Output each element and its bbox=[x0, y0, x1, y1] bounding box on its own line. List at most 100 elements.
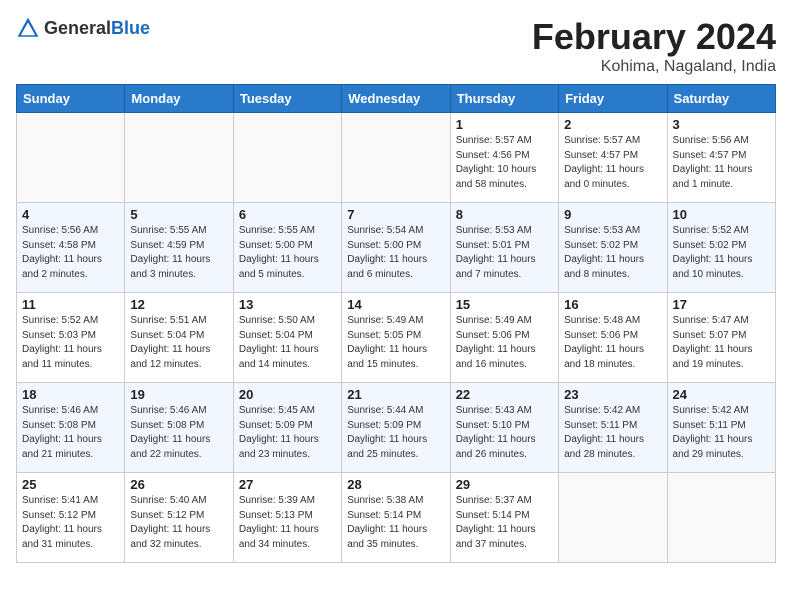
day-number: 8 bbox=[456, 207, 553, 222]
page-header: GeneralBlue February 2024 Kohima, Nagala… bbox=[16, 16, 776, 76]
day-info: Sunrise: 5:37 AM Sunset: 5:14 PM Dayligh… bbox=[456, 494, 553, 552]
calendar-day-cell: 28 Sunrise: 5:38 AM Sunset: 5:14 PM Dayli… bbox=[342, 473, 450, 563]
day-info: Sunrise: 5:56 AM Sunset: 4:58 PM Dayligh… bbox=[22, 224, 119, 282]
calendar-day-cell: 10Sunrise: 5:52 AM Sunset: 5:02 PM Dayli… bbox=[667, 203, 775, 293]
calendar-day-cell bbox=[559, 473, 667, 563]
day-number: 28 bbox=[347, 477, 444, 492]
day-number: 12 bbox=[130, 297, 227, 312]
day-number: 18 bbox=[22, 387, 119, 402]
calendar-week-row: 25 Sunrise: 5:41 AM Sunset: 5:12 PM Dayli… bbox=[17, 473, 776, 563]
day-number: 24 bbox=[673, 387, 770, 402]
day-info: Sunrise: 5:44 AM Sunset: 5:09 PM Dayligh… bbox=[347, 404, 444, 462]
day-number: 2 bbox=[564, 117, 661, 132]
calendar-week-row: 11 Sunrise: 5:52 AM Sunset: 5:03 PM Dayli… bbox=[17, 293, 776, 383]
day-info: Sunrise: 5:53 AM Sunset: 5:02 PM Dayligh… bbox=[564, 224, 661, 282]
day-number: 9 bbox=[564, 207, 661, 222]
day-number: 13 bbox=[239, 297, 336, 312]
day-number: 29 bbox=[456, 477, 553, 492]
day-info: Sunrise: 5:52 AM Sunset: 5:03 PM Dayligh… bbox=[22, 314, 119, 372]
calendar-day-cell: 9 Sunrise: 5:53 AM Sunset: 5:02 PM Daylig… bbox=[559, 203, 667, 293]
calendar-week-row: 1 Sunrise: 5:57 AM Sunset: 4:56 PM Daylig… bbox=[17, 113, 776, 203]
day-info: Sunrise: 5:55 AM Sunset: 5:00 PM Dayligh… bbox=[239, 224, 336, 282]
weekday-header-friday: Friday bbox=[559, 85, 667, 113]
day-number: 19 bbox=[130, 387, 227, 402]
calendar-week-row: 4 Sunrise: 5:56 AM Sunset: 4:58 PM Daylig… bbox=[17, 203, 776, 293]
calendar-day-cell: 20Sunrise: 5:45 AM Sunset: 5:09 PM Dayli… bbox=[233, 383, 341, 473]
day-info: Sunrise: 5:42 AM Sunset: 5:11 PM Dayligh… bbox=[564, 404, 661, 462]
calendar-day-cell bbox=[233, 113, 341, 203]
calendar-day-cell: 17Sunrise: 5:47 AM Sunset: 5:07 PM Dayli… bbox=[667, 293, 775, 383]
calendar-day-cell: 1 Sunrise: 5:57 AM Sunset: 4:56 PM Daylig… bbox=[450, 113, 558, 203]
calendar-day-cell bbox=[342, 113, 450, 203]
logo-general-text: General bbox=[44, 18, 111, 38]
day-info: Sunrise: 5:49 AM Sunset: 5:06 PM Dayligh… bbox=[456, 314, 553, 372]
day-number: 23 bbox=[564, 387, 661, 402]
calendar-header-row: SundayMondayTuesdayWednesdayThursdayFrid… bbox=[17, 85, 776, 113]
calendar-day-cell: 21 Sunrise: 5:44 AM Sunset: 5:09 PM Dayli… bbox=[342, 383, 450, 473]
calendar-day-cell: 7 Sunrise: 5:54 AM Sunset: 5:00 PM Daylig… bbox=[342, 203, 450, 293]
calendar-day-cell: 16 Sunrise: 5:48 AM Sunset: 5:06 PM Dayli… bbox=[559, 293, 667, 383]
day-number: 27 bbox=[239, 477, 336, 492]
day-number: 15 bbox=[456, 297, 553, 312]
day-info: Sunrise: 5:53 AM Sunset: 5:01 PM Dayligh… bbox=[456, 224, 553, 282]
day-number: 1 bbox=[456, 117, 553, 132]
day-number: 16 bbox=[564, 297, 661, 312]
day-info: Sunrise: 5:40 AM Sunset: 5:12 PM Dayligh… bbox=[130, 494, 227, 552]
calendar-day-cell bbox=[125, 113, 233, 203]
day-number: 21 bbox=[347, 387, 444, 402]
calendar-day-cell: 24 Sunrise: 5:42 AM Sunset: 5:11 PM Dayli… bbox=[667, 383, 775, 473]
calendar-day-cell: 5 Sunrise: 5:55 AM Sunset: 4:59 PM Daylig… bbox=[125, 203, 233, 293]
calendar-day-cell: 19 Sunrise: 5:46 AM Sunset: 5:08 PM Dayli… bbox=[125, 383, 233, 473]
day-number: 3 bbox=[673, 117, 770, 132]
calendar-day-cell: 14Sunrise: 5:49 AM Sunset: 5:05 PM Dayli… bbox=[342, 293, 450, 383]
weekday-header-sunday: Sunday bbox=[17, 85, 125, 113]
day-info: Sunrise: 5:50 AM Sunset: 5:04 PM Dayligh… bbox=[239, 314, 336, 372]
calendar-day-cell: 15 Sunrise: 5:49 AM Sunset: 5:06 PM Dayli… bbox=[450, 293, 558, 383]
day-info: Sunrise: 5:56 AM Sunset: 4:57 PM Dayligh… bbox=[673, 134, 770, 192]
calendar-day-cell: 22Sunrise: 5:43 AM Sunset: 5:10 PM Dayli… bbox=[450, 383, 558, 473]
day-info: Sunrise: 5:57 AM Sunset: 4:56 PM Dayligh… bbox=[456, 134, 553, 192]
day-info: Sunrise: 5:49 AM Sunset: 5:05 PM Dayligh… bbox=[347, 314, 444, 372]
calendar-day-cell: 6Sunrise: 5:55 AM Sunset: 5:00 PM Daylig… bbox=[233, 203, 341, 293]
day-number: 11 bbox=[22, 297, 119, 312]
calendar-day-cell: 29 Sunrise: 5:37 AM Sunset: 5:14 PM Dayli… bbox=[450, 473, 558, 563]
calendar-day-cell: 27 Sunrise: 5:39 AM Sunset: 5:13 PM Dayli… bbox=[233, 473, 341, 563]
day-number: 7 bbox=[347, 207, 444, 222]
generalblue-icon bbox=[16, 16, 40, 40]
logo-blue-text: Blue bbox=[111, 18, 150, 38]
day-number: 10 bbox=[673, 207, 770, 222]
title-block: February 2024 Kohima, Nagaland, India bbox=[532, 16, 776, 76]
weekday-header-tuesday: Tuesday bbox=[233, 85, 341, 113]
day-info: Sunrise: 5:54 AM Sunset: 5:00 PM Dayligh… bbox=[347, 224, 444, 282]
day-info: Sunrise: 5:48 AM Sunset: 5:06 PM Dayligh… bbox=[564, 314, 661, 372]
day-info: Sunrise: 5:39 AM Sunset: 5:13 PM Dayligh… bbox=[239, 494, 336, 552]
day-info: Sunrise: 5:46 AM Sunset: 5:08 PM Dayligh… bbox=[130, 404, 227, 462]
calendar-day-cell: 12 Sunrise: 5:51 AM Sunset: 5:04 PM Dayli… bbox=[125, 293, 233, 383]
calendar-day-cell: 26 Sunrise: 5:40 AM Sunset: 5:12 PM Dayli… bbox=[125, 473, 233, 563]
day-info: Sunrise: 5:38 AM Sunset: 5:14 PM Dayligh… bbox=[347, 494, 444, 552]
day-number: 5 bbox=[130, 207, 227, 222]
day-number: 20 bbox=[239, 387, 336, 402]
calendar-day-cell: 2 Sunrise: 5:57 AM Sunset: 4:57 PM Daylig… bbox=[559, 113, 667, 203]
day-number: 22 bbox=[456, 387, 553, 402]
day-number: 26 bbox=[130, 477, 227, 492]
calendar-day-cell: 3 Sunrise: 5:56 AM Sunset: 4:57 PM Daylig… bbox=[667, 113, 775, 203]
calendar-day-cell: 8 Sunrise: 5:53 AM Sunset: 5:01 PM Daylig… bbox=[450, 203, 558, 293]
day-info: Sunrise: 5:51 AM Sunset: 5:04 PM Dayligh… bbox=[130, 314, 227, 372]
day-info: Sunrise: 5:41 AM Sunset: 5:12 PM Dayligh… bbox=[22, 494, 119, 552]
day-info: Sunrise: 5:55 AM Sunset: 4:59 PM Dayligh… bbox=[130, 224, 227, 282]
calendar-day-cell: 25 Sunrise: 5:41 AM Sunset: 5:12 PM Dayli… bbox=[17, 473, 125, 563]
weekday-header-wednesday: Wednesday bbox=[342, 85, 450, 113]
day-info: Sunrise: 5:42 AM Sunset: 5:11 PM Dayligh… bbox=[673, 404, 770, 462]
calendar-day-cell: 4 Sunrise: 5:56 AM Sunset: 4:58 PM Daylig… bbox=[17, 203, 125, 293]
logo: GeneralBlue bbox=[16, 16, 150, 40]
calendar-table: SundayMondayTuesdayWednesdayThursdayFrid… bbox=[16, 84, 776, 563]
calendar-day-cell: 11 Sunrise: 5:52 AM Sunset: 5:03 PM Dayli… bbox=[17, 293, 125, 383]
day-number: 25 bbox=[22, 477, 119, 492]
day-number: 4 bbox=[22, 207, 119, 222]
calendar-day-cell bbox=[667, 473, 775, 563]
day-info: Sunrise: 5:57 AM Sunset: 4:57 PM Dayligh… bbox=[564, 134, 661, 192]
weekday-header-thursday: Thursday bbox=[450, 85, 558, 113]
calendar-day-cell: 18Sunrise: 5:46 AM Sunset: 5:08 PM Dayli… bbox=[17, 383, 125, 473]
weekday-header-monday: Monday bbox=[125, 85, 233, 113]
